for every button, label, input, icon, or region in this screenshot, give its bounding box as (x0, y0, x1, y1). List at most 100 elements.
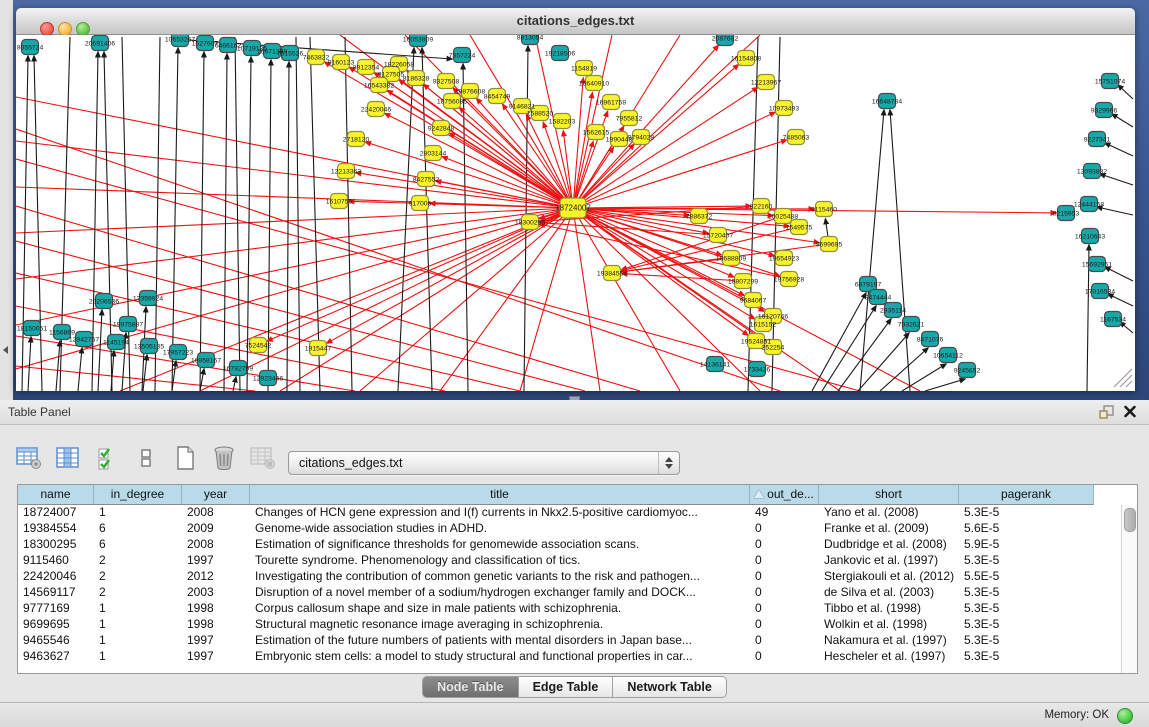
table-row[interactable]: 2242004622012Investigating the contribut… (18, 569, 1094, 585)
table-cell[interactable]: 49 (750, 505, 819, 521)
table-cell[interactable]: 1998 (182, 617, 250, 633)
select-columns-icon[interactable] (92, 442, 122, 474)
table-cell[interactable]: 14569117 (18, 585, 94, 601)
table-cell[interactable]: 0 (750, 537, 819, 553)
column-header-name[interactable]: name (18, 485, 94, 505)
table-cell[interactable]: 2012 (182, 569, 250, 585)
table-cell[interactable]: 1997 (182, 649, 250, 665)
table-cell[interactable]: Dudbridge et al. (2008) (819, 537, 959, 553)
table-cell[interactable]: 0 (750, 633, 819, 649)
table-settings-icon[interactable] (14, 442, 44, 474)
table-cell[interactable]: 5.3E-5 (959, 617, 1094, 633)
table-cell[interactable]: 5.3E-5 (959, 649, 1094, 665)
citation-edge[interactable] (573, 208, 780, 276)
tab-node-table[interactable]: Node Table (422, 676, 518, 698)
table-cell[interactable]: 0 (750, 649, 819, 665)
citation-edge[interactable] (573, 78, 583, 208)
table-cell[interactable]: Hescheler et al. (1997) (819, 649, 959, 665)
table-cell[interactable]: Nakamura et al. (1997) (819, 633, 959, 649)
table-cell[interactable]: Yano et al. (2008) (819, 505, 959, 521)
tab-edge-table[interactable]: Edge Table (519, 676, 614, 698)
table-row[interactable]: 977716911998Corpus callosum shape and si… (18, 601, 1094, 617)
table-cell[interactable]: 9699695 (18, 617, 94, 633)
table-cell[interactable]: Estimation of significance thresholds fo… (250, 537, 750, 553)
close-panel-icon[interactable] (1123, 404, 1137, 419)
table-cell[interactable]: Estimation of the future numbers of pati… (250, 633, 750, 649)
table-cell[interactable]: 0 (750, 585, 819, 601)
table-cell[interactable]: de Silva et al. (2003) (819, 585, 959, 601)
table-row[interactable]: 1456911722003Disruption of a novel membe… (18, 585, 1094, 601)
table-cell[interactable]: 19384554 (18, 521, 94, 537)
table-row[interactable]: 1830029562008Estimation of significance … (18, 537, 1094, 553)
table-row[interactable]: 946362711997Embryonic stem cells: a mode… (18, 649, 1094, 665)
table-cell[interactable]: 5.3E-5 (959, 633, 1094, 649)
table-cell[interactable]: 5.3E-5 (959, 585, 1094, 601)
table-cell[interactable]: 5.9E-5 (959, 537, 1094, 553)
table-cell[interactable]: Stergiakouli et al. (2012) (819, 569, 959, 585)
table-row[interactable]: 946554611997Estimation of the future num… (18, 633, 1094, 649)
table-cell[interactable]: Disruption of a novel member of a sodium… (250, 585, 750, 601)
column-header-pagerank[interactable]: pagerank (959, 485, 1094, 505)
show-columns-icon[interactable] (53, 442, 83, 474)
table-cell[interactable]: Corpus callosum shape and size in male p… (250, 601, 750, 617)
table-cell[interactable]: 0 (750, 617, 819, 633)
table-cell[interactable]: 1 (94, 617, 182, 633)
float-panel-icon[interactable] (1099, 404, 1115, 420)
table-cell[interactable]: 9465546 (18, 633, 94, 649)
table-cell[interactable]: 2 (94, 553, 182, 569)
column-header-year[interactable]: year (182, 485, 250, 505)
table-row[interactable]: 969969511998Structural magnetic resonanc… (18, 617, 1094, 633)
table-cell[interactable]: 6 (94, 537, 182, 553)
table-cell[interactable]: 5.3E-5 (959, 505, 1094, 521)
table-cell[interactable]: 5.5E-5 (959, 569, 1094, 585)
column-header-short[interactable]: short (819, 485, 959, 505)
table-cell[interactable]: 0 (750, 569, 819, 585)
table-cell[interactable]: 5.6E-5 (959, 521, 1094, 537)
table-cell[interactable]: Investigating the contribution of common… (250, 569, 750, 585)
table-cell[interactable]: Changes of HCN gene expression and I(f) … (250, 505, 750, 521)
table-cell[interactable]: 2 (94, 585, 182, 601)
citation-graph[interactable]: 1872400774638229160123891235418226058912… (16, 35, 1135, 391)
table-cell[interactable]: 1 (94, 601, 182, 617)
table-cell[interactable]: 1 (94, 649, 182, 665)
table-row[interactable]: 1938455462009Genome-wide association stu… (18, 521, 1094, 537)
column-header-title[interactable]: title (250, 485, 750, 505)
table-cell[interactable]: 2008 (182, 505, 250, 521)
table-cell[interactable]: Franke et al. (2009) (819, 521, 959, 537)
table-cell[interactable]: 22420046 (18, 569, 94, 585)
column-header-out_de[interactable]: out_de... (750, 485, 819, 505)
table-row[interactable]: 911546021997Tourette syndrome. Phenomeno… (18, 553, 1094, 569)
column-header-in_degree[interactable]: in_degree (94, 485, 182, 505)
table-cell[interactable]: Structural magnetic resonance image aver… (250, 617, 750, 633)
vertical-scrollbar[interactable] (1121, 505, 1137, 673)
network-canvas[interactable]: 1872400774638229160123891235418226058912… (16, 35, 1135, 391)
table-cell[interactable]: 5.3E-5 (959, 601, 1094, 617)
table-cell[interactable]: Tibbo et al. (1998) (819, 601, 959, 617)
network-window-titlebar[interactable]: citations_edges.txt (16, 8, 1135, 35)
table-cell[interactable]: 9463627 (18, 649, 94, 665)
scrollbar-thumb[interactable] (1124, 508, 1136, 532)
table-cell[interactable]: Genome-wide association studies in ADHD. (250, 521, 750, 537)
table-cell[interactable]: 9115460 (18, 553, 94, 569)
table-cell[interactable]: 1998 (182, 601, 250, 617)
table-cell[interactable]: Jankovic et al. (1997) (819, 553, 959, 569)
table-cell[interactable]: 2009 (182, 521, 250, 537)
table-cell[interactable]: 1997 (182, 633, 250, 649)
table-cell[interactable]: Tourette syndrome. Phenomenology and cla… (250, 553, 750, 569)
citation-edge[interactable] (366, 142, 573, 208)
table-cell[interactable]: 18724007 (18, 505, 94, 521)
table-cell[interactable]: 9777169 (18, 601, 94, 617)
new-document-icon[interactable] (170, 442, 200, 474)
table-cell[interactable]: Embryonic stem cells: a model to study s… (250, 649, 750, 665)
table-cell[interactable]: 18300295 (18, 537, 94, 553)
table-row[interactable]: 1872400712008Changes of HCN gene express… (18, 505, 1094, 521)
table-cell[interactable]: 2008 (182, 537, 250, 553)
table-cell[interactable]: 1 (94, 633, 182, 649)
delete-trash-icon[interactable] (209, 442, 239, 474)
table-cell[interactable]: 1997 (182, 553, 250, 569)
table-cell[interactable]: 1 (94, 505, 182, 521)
table-cell[interactable]: 0 (750, 553, 819, 569)
table-cell[interactable]: Wolkin et al. (1998) (819, 617, 959, 633)
table-cell[interactable]: 2 (94, 569, 182, 585)
table-cell[interactable]: 2003 (182, 585, 250, 601)
